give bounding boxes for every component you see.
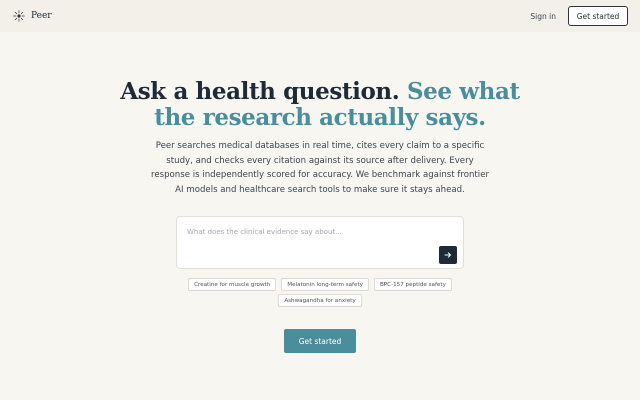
suggestion-chip[interactable]: Melatonin long-term safety: [281, 278, 369, 291]
sun-burst-icon: [13, 10, 25, 22]
suggestion-chip[interactable]: Ashwagandha for anxiety: [278, 294, 362, 307]
hero-description: Peer searches medical databases in real …: [150, 141, 490, 195]
brand-name: Peer: [31, 11, 52, 21]
header-actions: Sign in Get started: [530, 6, 628, 26]
brand[interactable]: Peer: [13, 10, 52, 22]
suggestion-chip[interactable]: BPC-157 peptide safety: [373, 278, 452, 291]
suggestion-chips: Creatine for muscle growth Melatonin lon…: [180, 278, 460, 307]
top-nav: Peer Sign in Get started: [0, 0, 640, 32]
search-box: [176, 216, 464, 269]
suggestion-chip[interactable]: Creatine for muscle growth: [188, 278, 277, 291]
submit-search-button[interactable]: [439, 246, 457, 264]
get-started-button[interactable]: Get started: [284, 329, 356, 353]
header-get-started-button[interactable]: Get started: [568, 6, 628, 26]
hero-title-accent-1: See what: [406, 78, 520, 105]
hero-title-main: Ask a health question.: [120, 78, 400, 105]
hero-title: Ask a health question. See what the rese…: [0, 79, 640, 131]
arrow-right-icon: [444, 252, 451, 258]
sign-in-link[interactable]: Sign in: [530, 12, 556, 21]
hero-title-accent-2: the research actually says.: [154, 104, 486, 131]
search-input[interactable]: [187, 225, 427, 239]
